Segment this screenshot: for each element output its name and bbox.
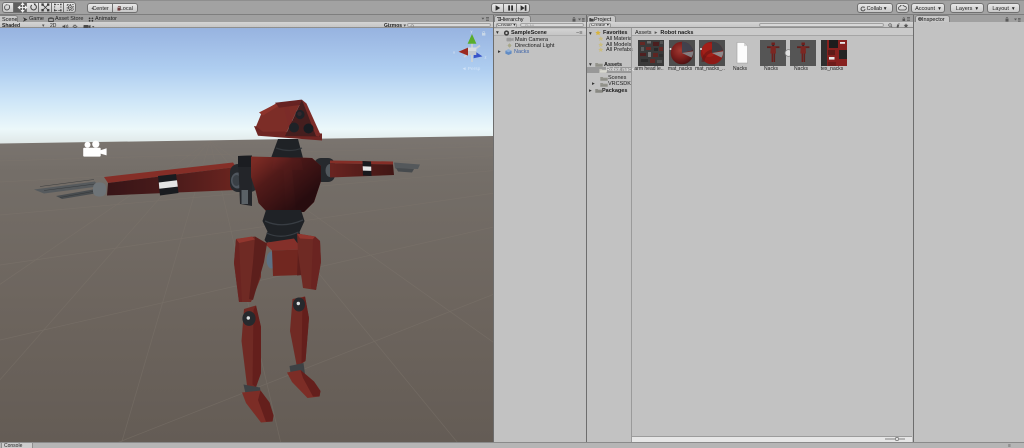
svg-text:◄ Persp: ◄ Persp bbox=[462, 66, 481, 72]
svg-text:x: x bbox=[453, 50, 455, 55]
svg-text:y: y bbox=[471, 29, 473, 34]
svg-text:z: z bbox=[485, 55, 487, 60]
